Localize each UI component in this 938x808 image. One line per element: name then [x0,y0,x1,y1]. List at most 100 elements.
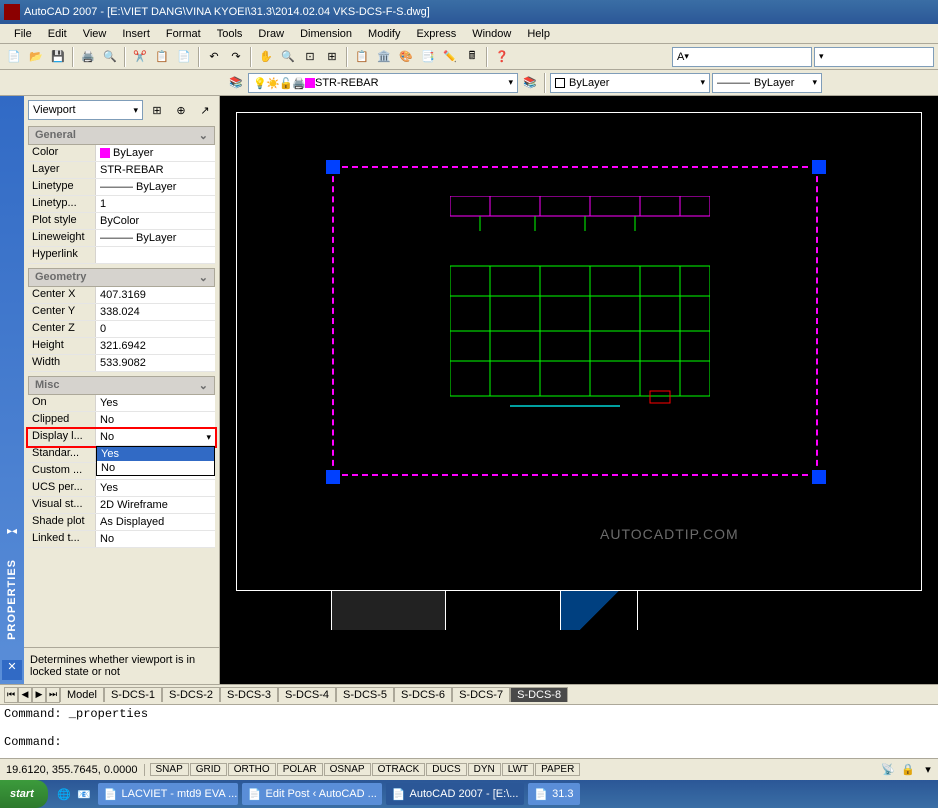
toggle-paper[interactable]: PAPER [535,763,580,776]
menu-express[interactable]: Express [408,26,464,42]
cut-icon[interactable]: ✂️ [130,47,150,67]
toggle-polar[interactable]: POLAR [277,763,323,776]
menu-dimension[interactable]: Dimension [292,26,360,42]
tab-s-dcs-1[interactable]: S-DCS-1 [104,687,162,702]
taskbar-item[interactable]: 📄Edit Post ‹ AutoCAD ... [242,783,382,805]
layer-dropdown[interactable]: 💡☀️🔓🖨️ STR-REBAR ▾ [248,73,518,93]
menu-draw[interactable]: Draw [250,26,292,42]
tab-model[interactable]: Model [60,687,104,702]
layer-manager-icon[interactable]: 📚 [226,73,246,93]
dropdown-option[interactable]: No [97,461,214,475]
taskbar-item[interactable]: 📄31.3 [528,783,579,805]
color-dropdown[interactable]: ByLayer ▾ [550,73,710,93]
menu-file[interactable]: File [6,26,40,42]
toggle-ortho[interactable]: ORTHO [228,763,276,776]
grip-br[interactable] [812,470,826,484]
prop-row-ucsper[interactable]: UCS per...Yes [28,480,215,497]
quicklaunch-icon[interactable]: 🌐 [54,784,74,804]
tab-s-dcs-5[interactable]: S-DCS-5 [336,687,394,702]
toolpalettes-icon[interactable]: 🎨 [396,47,416,67]
menu-modify[interactable]: Modify [360,26,408,42]
zoom-window-icon[interactable]: ⊡ [300,47,320,67]
prop-row-clipped[interactable]: ClippedNo [28,412,215,429]
section-head-geometry[interactable]: Geometry⌄ [28,268,215,287]
toggle-osnap[interactable]: OSNAP [324,763,371,776]
sheetset-icon[interactable]: 📑 [418,47,438,67]
prop-row-centerx[interactable]: Center X407.3169 [28,287,215,304]
prop-row-hyperlink[interactable]: Hyperlink [28,247,215,264]
pan-icon[interactable]: ✋ [256,47,276,67]
markup-icon[interactable]: ✏️ [440,47,460,67]
prop-row-centery[interactable]: Center Y338.024 [28,304,215,321]
zoom-prev-icon[interactable]: ⊞ [322,47,342,67]
toggle-otrack[interactable]: OTRACK [372,763,426,776]
dimstyle-dropdown[interactable]: ▾ [814,47,934,67]
help-icon[interactable]: ❓ [492,47,512,67]
prop-row-shadeplot[interactable]: Shade plotAs Displayed [28,514,215,531]
linetype-dropdown[interactable]: ——— ByLayer ▾ [712,73,822,93]
quicklaunch-icon-2[interactable]: 📧 [74,784,94,804]
prop-row-plotstyle[interactable]: Plot styleByColor [28,213,215,230]
menu-insert[interactable]: Insert [114,26,158,42]
paste-icon[interactable]: 📄 [174,47,194,67]
menu-edit[interactable]: Edit [40,26,75,42]
properties-dock-strip[interactable]: ▸◂ PROPERTIES ✕ [0,96,24,684]
prop-row-centerz[interactable]: Center Z0 [28,321,215,338]
tab-s-dcs-8[interactable]: S-DCS-8 [510,687,568,702]
prop-row-lineweight[interactable]: Lineweight——— ByLayer [28,230,215,247]
tab-s-dcs-7[interactable]: S-DCS-7 [452,687,510,702]
redo-icon[interactable]: ↷ [226,47,246,67]
section-head-general[interactable]: General⌄ [28,126,215,145]
selectobj-icon[interactable]: ↗ [195,100,215,120]
prop-row-visualst[interactable]: Visual st...2D Wireframe [28,497,215,514]
textstyle-dropdown[interactable]: A▾ [672,47,812,67]
tab-first-icon[interactable]: ⏮ [4,687,18,703]
prop-row-linkedt[interactable]: Linked t...No [28,531,215,548]
dropdown-option[interactable]: Yes [97,447,214,461]
layer-prev-icon[interactable]: 📚 [520,73,540,93]
tab-s-dcs-4[interactable]: S-DCS-4 [278,687,336,702]
object-type-select[interactable]: Viewport▾ [28,100,143,120]
undo-icon[interactable]: ↶ [204,47,224,67]
status-lock-icon[interactable]: 🔒 [898,760,918,780]
status-comm-icon[interactable]: 📡 [878,760,898,780]
prop-row-linetype[interactable]: Linetype——— ByLayer [28,179,215,196]
designcenter-icon[interactable]: 🏛️ [374,47,394,67]
tab-prev-icon[interactable]: ◀ [18,687,32,703]
grip-bl[interactable] [326,470,340,484]
new-icon[interactable]: 📄 [4,47,24,67]
tab-s-dcs-2[interactable]: S-DCS-2 [162,687,220,702]
prop-row-displayl[interactable]: Display l...No▾YesNo [28,429,215,446]
properties-icon[interactable]: 📋 [352,47,372,67]
quickselect-icon[interactable]: ⊞ [147,100,167,120]
grip-tr[interactable] [812,160,826,174]
pickadd-icon[interactable]: ⊕ [171,100,191,120]
prop-row-height[interactable]: Height321.6942 [28,338,215,355]
prop-row-on[interactable]: OnYes [28,395,215,412]
toggle-ducs[interactable]: DUCS [426,763,466,776]
grip-tl[interactable] [326,160,340,174]
tab-last-icon[interactable]: ⏭ [46,687,60,703]
menu-help[interactable]: Help [519,26,558,42]
dropdown-options[interactable]: YesNo [96,446,215,476]
menu-view[interactable]: View [75,26,115,42]
preview-icon[interactable]: 🔍 [100,47,120,67]
menu-tools[interactable]: Tools [209,26,251,42]
save-icon[interactable]: 💾 [48,47,68,67]
prop-row-color[interactable]: ColorByLayer [28,145,215,162]
tab-next-icon[interactable]: ▶ [32,687,46,703]
command-line[interactable]: Command: _properties Command: [0,704,938,758]
menu-window[interactable]: Window [464,26,519,42]
tab-s-dcs-6[interactable]: S-DCS-6 [394,687,452,702]
drawing-area[interactable]: AUTOCADTIP.COM [220,96,938,684]
prop-row-width[interactable]: Width533.9082 [28,355,215,372]
calc-icon[interactable]: 🖩 [462,47,482,67]
section-head-misc[interactable]: Misc⌄ [28,376,215,395]
start-button[interactable]: start [0,780,48,808]
toggle-snap[interactable]: SNAP [150,763,189,776]
toggle-dyn[interactable]: DYN [468,763,501,776]
open-icon[interactable]: 📂 [26,47,46,67]
taskbar-item[interactable]: 📄AutoCAD 2007 - [E:\... [386,783,525,805]
print-icon[interactable]: 🖨️ [78,47,98,67]
tab-s-dcs-3[interactable]: S-DCS-3 [220,687,278,702]
